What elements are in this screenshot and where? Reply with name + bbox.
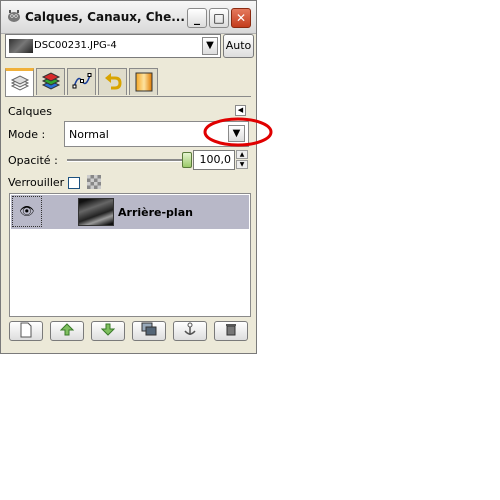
tab-gradients[interactable]: [129, 68, 158, 95]
minimize-button[interactable]: _: [187, 8, 207, 28]
alpha-checker-icon: [87, 175, 101, 189]
spin-up-icon[interactable]: ▲: [236, 150, 248, 159]
eye-icon[interactable]: 👁: [12, 196, 42, 227]
lock-label: Verrouiller :: [8, 176, 72, 189]
annotation-circle: [203, 117, 273, 147]
tab-paths[interactable]: [67, 68, 96, 95]
new-layer-icon: [20, 322, 32, 338]
delete-layer-icon: [226, 324, 236, 336]
image-name: DSC00231.JPG-4: [34, 40, 117, 51]
mode-value: Normal: [69, 128, 109, 141]
chevron-down-icon[interactable]: ▼: [202, 37, 218, 55]
tab-menu-arrow-icon[interactable]: ◀: [235, 105, 246, 116]
opacity-spinner[interactable]: ▲ ▼: [236, 150, 248, 170]
tab-undo-history[interactable]: [98, 68, 127, 95]
title-bar[interactable]: Calques, Canaux, Che... _ □ ✕: [1, 1, 256, 34]
lower-layer-icon: [100, 323, 116, 336]
layer-row[interactable]: 👁 Arrière-plan: [11, 195, 249, 229]
layer-name: Arrière-plan: [118, 206, 193, 219]
image-thumbnail: [9, 39, 33, 53]
layers-list[interactable]: 👁 Arrière-plan: [9, 193, 251, 317]
minimize-icon: _: [194, 11, 200, 25]
maximize-button[interactable]: □: [209, 8, 229, 28]
new-layer-button[interactable]: [9, 321, 43, 341]
anchor-layer-icon: [184, 322, 196, 335]
layers-icon: [10, 75, 30, 91]
duplicate-layer-icon: [141, 322, 157, 336]
tab-channels[interactable]: [36, 68, 65, 95]
channels-icon: [41, 72, 61, 90]
mode-label: Mode :: [8, 128, 46, 141]
paths-icon: [72, 73, 92, 89]
lock-alpha-checkbox[interactable]: [68, 177, 80, 189]
raise-layer-button[interactable]: [50, 321, 84, 341]
layers-toolbar: [9, 321, 251, 343]
close-button[interactable]: ✕: [231, 8, 251, 28]
lower-layer-button[interactable]: [91, 321, 125, 341]
opacity-slider[interactable]: [67, 159, 185, 162]
gradient-icon: [135, 72, 153, 92]
dock-tabs: [5, 68, 251, 97]
opacity-slider-handle[interactable]: [182, 152, 192, 168]
auto-button[interactable]: Auto: [223, 34, 254, 58]
close-icon: ✕: [235, 11, 247, 25]
layers-dialog-window: Calques, Canaux, Che... _ □ ✕ DSC00231.J…: [0, 0, 257, 354]
spin-down-icon[interactable]: ▼: [236, 160, 248, 169]
duplicate-layer-button[interactable]: [132, 321, 166, 341]
delete-layer-button[interactable]: [214, 321, 248, 341]
undo-history-icon: [105, 73, 122, 90]
raise-layer-icon: [59, 323, 75, 336]
gimp-icon: [8, 10, 20, 22]
layer-thumbnail: [78, 198, 114, 226]
panel-title: Calques: [8, 105, 52, 118]
window-title: Calques, Canaux, Che...: [25, 10, 185, 24]
opacity-label: Opacité :: [8, 154, 58, 167]
anchor-layer-button[interactable]: [173, 321, 207, 341]
tab-layers[interactable]: [5, 68, 34, 96]
image-selector[interactable]: DSC00231.JPG-4 ▼: [5, 34, 221, 58]
maximize-icon: □: [213, 11, 225, 25]
opacity-input[interactable]: 100,0: [193, 150, 235, 170]
